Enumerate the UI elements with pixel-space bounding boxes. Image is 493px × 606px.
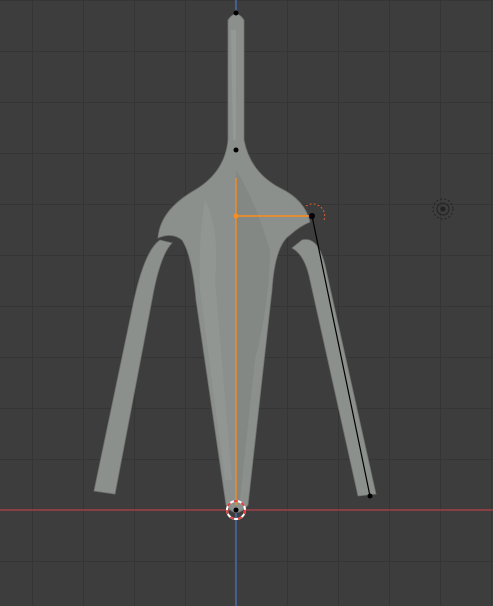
mesh-right-leg[interactable] xyxy=(291,239,377,497)
head-top-joint[interactable] xyxy=(233,10,239,16)
3d-viewport[interactable] xyxy=(0,0,493,606)
right-foot-joint[interactable] xyxy=(367,493,373,499)
viewport-scene[interactable] xyxy=(0,0,493,606)
bone-tail-joint[interactable] xyxy=(309,213,315,219)
leg-bone[interactable] xyxy=(311,215,371,497)
mesh-left-leg[interactable] xyxy=(93,239,173,495)
origin-point xyxy=(233,507,239,513)
light-icon[interactable] xyxy=(432,198,454,220)
neck-joint[interactable] xyxy=(233,147,239,153)
selected-bone-head[interactable] xyxy=(233,213,239,219)
character-mesh[interactable] xyxy=(93,13,377,513)
